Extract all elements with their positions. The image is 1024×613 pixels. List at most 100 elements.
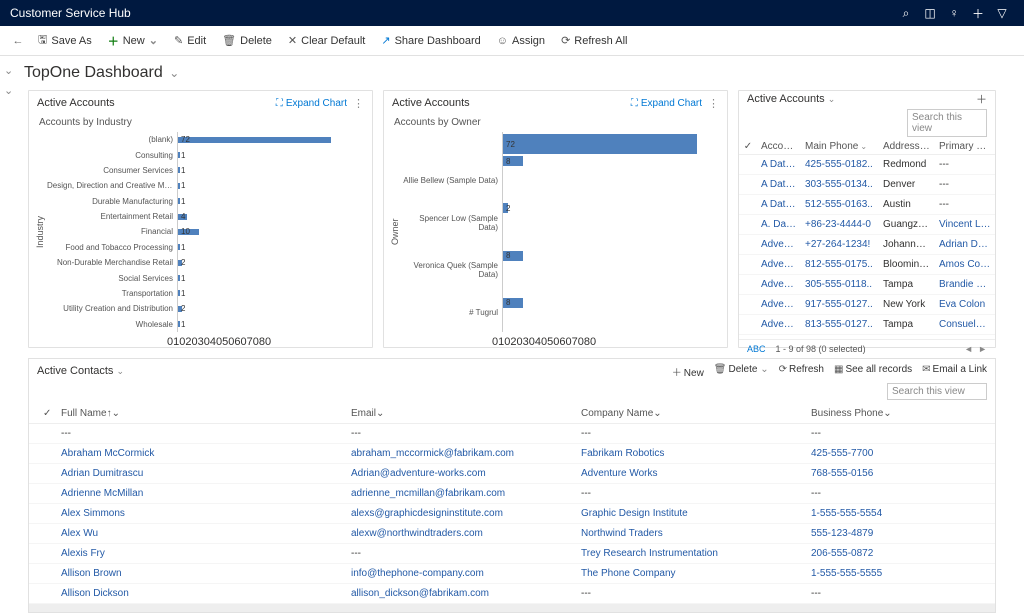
refresh-all-button[interactable]: ⟳Refresh All	[555, 30, 633, 51]
more-icon[interactable]: ⋮	[353, 97, 364, 110]
table-row[interactable]: Adventure Works Electronics305-555-0118.…	[739, 275, 995, 295]
table-row[interactable]: Adrian DumitrascuAdrian@adventure-works.…	[29, 464, 995, 484]
more-icon[interactable]: ⋮	[708, 97, 719, 110]
account-name-link[interactable]: A. Datum	[757, 219, 801, 230]
edit-button[interactable]: ✎Edit	[168, 30, 212, 51]
table-row[interactable]: Adrienne McMillanadrienne_mcmillan@fabri…	[29, 484, 995, 504]
table-row[interactable]: Allison Dicksonallison_dickson@fabrikam.…	[29, 584, 995, 604]
contact-company-link[interactable]: Graphic Design Institute	[577, 508, 807, 519]
contact-phone-link[interactable]: 1-555-555-5555	[807, 568, 985, 579]
contact-email-link[interactable]: Adrian@adventure-works.com	[347, 468, 577, 479]
contacts-email-link-button[interactable]: ✉Email a Link	[922, 364, 987, 379]
account-phone-link[interactable]: 512-555-0163..	[801, 199, 879, 210]
contact-name-link[interactable]: Allison Dickson	[57, 588, 347, 599]
contact-name-link[interactable]: Adrienne McMillan	[57, 488, 347, 499]
account-name-link[interactable]: A Datum Integration	[757, 199, 801, 210]
contact-name-link[interactable]: ---	[57, 428, 347, 439]
alpha-pager[interactable]: ABC	[747, 344, 766, 354]
contact-company-link[interactable]: Trey Research Instrumentation	[577, 548, 807, 559]
table-row[interactable]: Adventure Works+27-264-1234!Johannesb...…	[739, 235, 995, 255]
select-all-checkbox[interactable]: ✓	[739, 141, 757, 152]
collapse-toggle-icon[interactable]: ⌄	[4, 64, 16, 76]
table-row[interactable]: Adventure Works812-555-0175..Bloomingt..…	[739, 255, 995, 275]
table-row[interactable]: Alex Simmonsalexs@graphicdesigninstitute…	[29, 504, 995, 524]
search-accounts-input[interactable]: Search this view	[907, 109, 987, 137]
pager-next-icon[interactable]: ►	[978, 344, 987, 354]
table-row[interactable]: A Datum Integration512-555-0163..Austin-…	[739, 195, 995, 215]
account-phone-link[interactable]: 305-555-0118..	[801, 279, 879, 290]
contact-company-link[interactable]: Adventure Works	[577, 468, 807, 479]
col-main-phone[interactable]: Main Phone⌄	[801, 141, 879, 152]
col-email[interactable]: Email⌄	[347, 408, 577, 419]
contact-email-link[interactable]: allison_dickson@fabrikam.com	[347, 588, 577, 599]
expand-chart-button[interactable]: ⛶Expand Chart	[276, 98, 347, 109]
filter-icon[interactable]: ▽	[990, 1, 1014, 25]
table-row[interactable]: Abraham McCormickabraham_mccormick@fabri…	[29, 444, 995, 464]
page-title-chevron-icon[interactable]: ⌄	[169, 66, 179, 80]
contact-phone-link[interactable]: 768-555-0156	[807, 468, 985, 479]
save-as-button[interactable]: 🖫Save As	[32, 27, 98, 54]
contacts-card-title[interactable]: Active Contacts ⌄	[37, 365, 348, 377]
table-row[interactable]: Adventure Works Instrumentation813-555-0…	[739, 315, 995, 335]
col-account-name[interactable]: Account Name↑⌄	[757, 141, 801, 152]
contact-phone-link[interactable]: 425-555-7700	[807, 448, 985, 459]
account-name-link[interactable]: Adventure Works Electronics	[757, 279, 801, 290]
contact-phone-link[interactable]: 206-555-0872	[807, 548, 985, 559]
col-primary-contact[interactable]: Primary Contact	[935, 141, 995, 152]
table-row[interactable]: Allison Browninfo@thephone-company.comTh…	[29, 564, 995, 584]
account-name-link[interactable]: Adventure Works	[757, 259, 801, 270]
clear-default-button[interactable]: ✕Clear Default	[282, 30, 371, 51]
col-company[interactable]: Company Name⌄	[577, 408, 807, 419]
search-contacts-input[interactable]: Search this view	[887, 383, 987, 400]
contacts-refresh-button[interactable]: ⟳Refresh	[779, 364, 824, 379]
task-icon[interactable]: ◫	[918, 1, 942, 25]
contact-name-link[interactable]: Abraham McCormick	[57, 448, 347, 459]
account-phone-link[interactable]: 425-555-0182..	[801, 159, 879, 170]
contact-email-link[interactable]: alexw@northwindtraders.com	[347, 528, 577, 539]
account-phone-link[interactable]: 812-555-0175..	[801, 259, 879, 270]
contact-name-link[interactable]: Alex Simmons	[57, 508, 347, 519]
col-business-phone[interactable]: Business Phone⌄	[807, 408, 985, 419]
search-icon[interactable]: ⌕	[894, 1, 918, 25]
col-address[interactable]: Address 1:...⌄	[879, 141, 935, 152]
account-phone-link[interactable]: 813-555-0127..	[801, 319, 879, 330]
table-row[interactable]: Alexis Fry---Trey Research Instrumentati…	[29, 544, 995, 564]
contact-email-link[interactable]: info@thephone-company.com	[347, 568, 577, 579]
table-row[interactable]: ------------	[29, 424, 995, 444]
contact-phone-link[interactable]: 555-123-4879	[807, 528, 985, 539]
table-row[interactable]: A Datum Fabrication303-555-0134..Denver-…	[739, 175, 995, 195]
contacts-see-all-button[interactable]: ▦See all records	[834, 364, 912, 379]
contact-email-link[interactable]: alexs@graphicdesigninstitute.com	[347, 508, 577, 519]
back-icon[interactable]: ←	[8, 35, 28, 47]
col-full-name[interactable]: Full Name↑⌄	[57, 408, 347, 419]
contacts-new-button[interactable]: ＋New	[672, 364, 704, 379]
account-name-link[interactable]: A Datum Corporation	[757, 159, 801, 170]
contact-email-link[interactable]: adrienne_mcmillan@fabrikam.com	[347, 488, 577, 499]
contact-company-link[interactable]: Northwind Traders	[577, 528, 807, 539]
assign-button[interactable]: ☺Assign	[491, 31, 551, 51]
scrollbar[interactable]	[29, 604, 995, 612]
account-name-link[interactable]: Adventure Works Instrumentation	[757, 319, 801, 330]
table-row[interactable]: A Datum Corporation425-555-0182..Redmond…	[739, 155, 995, 175]
account-phone-link[interactable]: 303-555-0134..	[801, 179, 879, 190]
new-button[interactable]: ＋New⌄	[102, 29, 164, 53]
pager-prev-icon[interactable]: ◄	[964, 344, 973, 354]
contact-company-link[interactable]: The Phone Company	[577, 568, 807, 579]
collapse-toggle-icon[interactable]: ⌄	[4, 84, 16, 96]
account-phone-link[interactable]: +86-23-4444-0	[801, 219, 879, 230]
contact-company-link[interactable]: Fabrikam Robotics	[577, 448, 807, 459]
contacts-delete-button[interactable]: 🗑Delete ⌄	[714, 364, 769, 379]
share-dashboard-button[interactable]: ↗Share Dashboard	[375, 30, 486, 51]
expand-chart-button[interactable]: ⛶Expand Chart	[631, 98, 702, 109]
account-name-link[interactable]: Adventure Works Engineering	[757, 299, 801, 310]
account-phone-link[interactable]: 917-555-0127..	[801, 299, 879, 310]
account-name-link[interactable]: A Datum Fabrication	[757, 179, 801, 190]
account-phone-link[interactable]: +27-264-1234!	[801, 239, 879, 250]
add-icon[interactable]: ＋	[966, 1, 990, 25]
accounts-card-title[interactable]: Active Accounts ⌄	[747, 93, 970, 105]
contact-name-link[interactable]: Alex Wu	[57, 528, 347, 539]
table-row[interactable]: Alex Wualexw@northwindtraders.comNorthwi…	[29, 524, 995, 544]
contact-name-link[interactable]: Allison Brown	[57, 568, 347, 579]
table-row[interactable]: Adventure Works Engineering917-555-0127.…	[739, 295, 995, 315]
account-name-link[interactable]: Adventure Works	[757, 239, 801, 250]
